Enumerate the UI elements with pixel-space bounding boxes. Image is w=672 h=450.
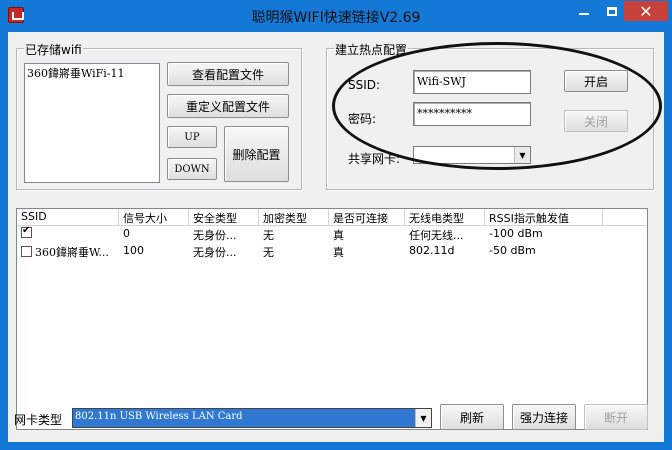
row-connectable: 真 (333, 246, 344, 259)
maximize-button[interactable] (598, 1, 626, 21)
hotspot-group-label: 建立热点配置 (334, 41, 409, 58)
title-bar[interactable]: 聪明猴WIFI快速链接V2.69 ✕ (0, 0, 672, 32)
share-adapter-label: 共享网卡: (348, 152, 401, 166)
column-header-ssid[interactable]: SSID (17, 209, 119, 225)
table-header: SSID 信号大小 安全类型 加密类型 是否可连接 无线电类型 RSSI指示触发… (17, 209, 647, 226)
row-radio: 任何无线... (409, 229, 464, 242)
close-button[interactable]: ✕ (624, 1, 668, 21)
row-rssi: -100 dBm (489, 227, 543, 240)
redefine-config-button[interactable]: 重定义配置文件 (167, 94, 289, 118)
column-header-connectable[interactable]: 是否可连接 (329, 209, 405, 225)
down-button[interactable]: DOWN (167, 158, 217, 180)
view-config-button[interactable]: 查看配置文件 (167, 62, 289, 86)
saved-wifi-item[interactable]: 360鍏嶈垂WiFi-11 (25, 64, 159, 82)
saved-wifi-group-label: 已存储wifi (24, 41, 83, 58)
close-icon: ✕ (639, 1, 653, 21)
ssid-label: SSID: (348, 78, 381, 92)
password-label: 密码: (348, 112, 377, 126)
minimize-icon (579, 13, 589, 15)
row-connectable: 真 (333, 229, 344, 242)
column-header-rssi[interactable]: RSSI指示触发值 (485, 209, 603, 225)
column-header-encryption[interactable]: 加密类型 (259, 209, 329, 225)
up-button[interactable]: UP (167, 126, 217, 148)
app-window: 聪明猴WIFI快速链接V2.69 ✕ 已存储wifi 360鍏嶈垂WiFi-11… (0, 0, 672, 450)
share-adapter-select[interactable]: ▼ (413, 146, 531, 164)
row-rssi: -50 dBm (489, 244, 536, 257)
minimize-button[interactable] (570, 1, 598, 21)
chevron-down-icon[interactable]: ▼ (415, 409, 431, 427)
adapter-type-label: 网卡类型 (14, 413, 63, 427)
column-header-signal[interactable]: 信号大小 (119, 209, 189, 225)
row-radio: 802.11d (409, 244, 455, 257)
row-ssid: 360鍏嶈垂W... (35, 246, 109, 259)
column-header-filler (603, 209, 647, 225)
chevron-down-icon[interactable]: ▼ (514, 147, 530, 163)
network-table[interactable]: SSID 信号大小 安全类型 加密类型 是否可连接 无线电类型 RSSI指示触发… (16, 208, 648, 430)
maximize-icon (607, 6, 617, 16)
row-encryption: 无 (263, 246, 274, 259)
row-security: 无身份... (193, 246, 237, 259)
force-connect-button[interactable]: 强力连接 (512, 404, 576, 430)
refresh-button[interactable]: 刷新 (440, 404, 504, 430)
table-row[interactable]: 360鍏嶈垂W... 100 无身份... 无 真 802.11d -50 dB… (17, 243, 647, 260)
adapter-type-value: 802.11n USB Wireless LAN Card (75, 411, 243, 422)
row-security: 无身份... (193, 229, 237, 242)
disconnect-button[interactable]: 断开 (584, 404, 648, 430)
row-encryption: 无 (263, 229, 274, 242)
password-input[interactable]: ********** (413, 102, 531, 126)
delete-config-button[interactable]: 删除配置 (224, 126, 289, 182)
client-area: 已存储wifi 360鍏嶈垂WiFi-11 查看配置文件 重定义配置文件 UP … (8, 32, 664, 442)
row-checkbox[interactable] (21, 246, 32, 257)
row-checkbox[interactable] (21, 226, 32, 238)
start-hotspot-button[interactable]: 开启 (564, 70, 628, 92)
row-signal: 0 (123, 227, 130, 240)
saved-wifi-list[interactable]: 360鍏嶈垂WiFi-11 (24, 63, 160, 183)
row-signal: 100 (123, 244, 144, 257)
column-header-radio[interactable]: 无线电类型 (405, 209, 485, 225)
adapter-type-select[interactable]: 802.11n USB Wireless LAN Card ▼ (72, 408, 432, 428)
close-hotspot-button[interactable]: 关闭 (564, 110, 628, 132)
table-row[interactable]: 0 无身份... 无 真 任何无线... -100 dBm (17, 226, 647, 243)
ssid-input[interactable]: Wifi-SWJ (413, 70, 531, 94)
column-header-security[interactable]: 安全类型 (189, 209, 259, 225)
